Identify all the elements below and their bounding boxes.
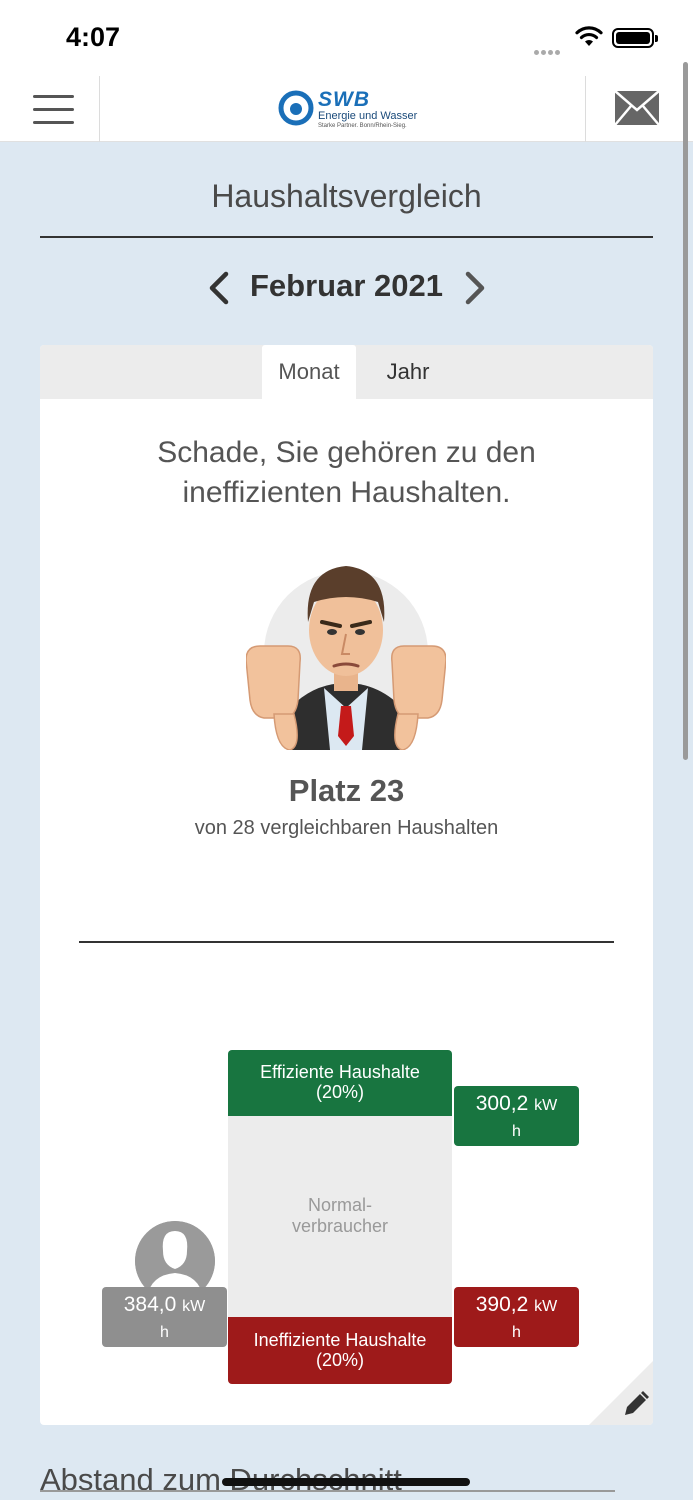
- status-time: 4:07: [66, 22, 121, 52]
- logo-subtagline: Starke Partner. Bonn/Rhein-Sieg.: [318, 123, 407, 129]
- comparison-card: Monat Jahr Schade, Sie gehören zu den in…: [40, 345, 653, 1425]
- mail-icon: [614, 90, 660, 126]
- normal-consumer-label: Normal- verbraucher: [228, 1195, 452, 1237]
- signal-icon: [534, 42, 562, 60]
- inefficient-unit-1: kW: [534, 1298, 558, 1315]
- efficient-share: (20%): [315, 1082, 364, 1102]
- next-section-divider: [40, 1490, 615, 1492]
- edit-button[interactable]: [589, 1361, 653, 1425]
- efficient-label: Effiziente Haushalte: [260, 1062, 420, 1082]
- title-divider: [40, 236, 653, 238]
- swb-logo-mark: [278, 90, 314, 126]
- logo-tagline: Energie und Wasser: [318, 110, 418, 122]
- swb-logo: SWB Energie und Wasser Starke Partner. B…: [278, 88, 418, 132]
- menu-button[interactable]: [0, 76, 100, 142]
- efficient-unit-2: h: [512, 1123, 521, 1140]
- rank-subtitle: von 28 vergleichbaren Haushalten: [194, 817, 499, 839]
- status-bar: 4:07: [0, 0, 693, 76]
- section-divider: [79, 941, 614, 943]
- efficient-households-box: Effiziente Haushalte (20%): [228, 1050, 452, 1116]
- normal-label-line-2: verbraucher: [291, 1216, 389, 1236]
- home-indicator[interactable]: [222, 1478, 470, 1486]
- wifi-icon: [575, 26, 603, 46]
- efficient-value-badge: 300,2 kW h: [454, 1086, 579, 1146]
- inefficient-households-box: Ineffiziente Haushalte (20%): [228, 1317, 452, 1384]
- chevron-right-icon[interactable]: [460, 270, 490, 306]
- inefficient-value-badge: 390,2 kW h: [454, 1287, 579, 1347]
- headline-line-2: ineffizienten Haushalten.: [182, 476, 511, 509]
- period-label: Februar 2021: [250, 268, 443, 303]
- tab-monat[interactable]: Monat: [262, 345, 356, 399]
- efficient-unit-1: kW: [534, 1097, 558, 1114]
- inefficient-share: (20%): [315, 1350, 364, 1370]
- inefficient-label: Ineffiziente Haushalte: [253, 1330, 427, 1350]
- menu-icon: [33, 95, 74, 98]
- app-header: SWB Energie und Wasser Starke Partner. B…: [0, 76, 693, 142]
- normal-label-line-1: Normal-: [307, 1195, 372, 1215]
- inefficient-value: 390,2: [475, 1293, 529, 1316]
- inefficient-unit-2: h: [512, 1324, 521, 1341]
- page-title: Haushaltsvergleich: [211, 178, 482, 214]
- efficient-value: 300,2: [475, 1092, 529, 1115]
- month-navigation: Februar 2021: [0, 264, 693, 312]
- result-headline: Schade, Sie gehören zu den ineffizienten…: [40, 433, 653, 513]
- battery-icon: [612, 28, 658, 48]
- own-unit-2: h: [160, 1324, 169, 1341]
- tab-bar: Monat Jahr: [40, 345, 653, 399]
- headline-line-1: Schade, Sie gehören zu den: [157, 436, 536, 469]
- mail-button[interactable]: [585, 76, 693, 142]
- logo-name: SWB: [318, 88, 370, 111]
- thumbs-down-man-illustration: [246, 566, 446, 750]
- own-unit-1: kW: [182, 1298, 206, 1315]
- rank-title: Platz 23: [288, 773, 405, 808]
- tab-jahr[interactable]: Jahr: [370, 345, 446, 399]
- scrollbar[interactable]: [683, 62, 688, 760]
- own-value-badge: 384,0 kW h: [102, 1287, 227, 1347]
- own-value: 384,0: [123, 1293, 177, 1316]
